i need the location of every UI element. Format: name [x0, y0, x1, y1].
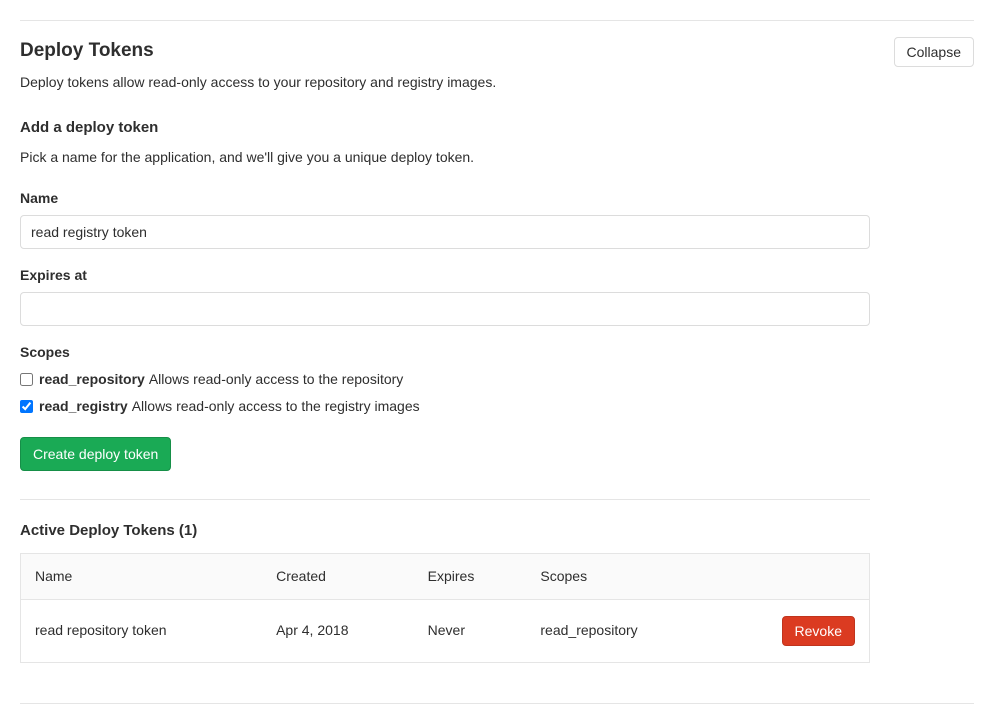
col-actions [716, 553, 870, 599]
table-row: read repository token Apr 4, 2018 Never … [21, 599, 870, 662]
col-expires: Expires [414, 553, 527, 599]
scope-desc: Allows read-only access to the repositor… [149, 369, 403, 390]
table-header-row: Name Created Expires Scopes [21, 553, 870, 599]
create-deploy-token-button[interactable]: Create deploy token [20, 437, 171, 471]
col-scopes: Scopes [526, 553, 715, 599]
expires-label: Expires at [20, 265, 974, 286]
bottom-divider [20, 703, 974, 704]
cell-expires: Never [414, 599, 527, 662]
name-label: Name [20, 188, 974, 209]
cell-created: Apr 4, 2018 [262, 599, 414, 662]
cell-scopes: read_repository [526, 599, 715, 662]
scope-row-read-registry: read_registry Allows read-only access to… [20, 396, 974, 417]
scope-name: read_repository [39, 369, 145, 390]
col-name: Name [21, 553, 263, 599]
scope-checkbox-read-registry[interactable] [20, 400, 33, 413]
page-title: Deploy Tokens [20, 37, 894, 66]
scope-checkbox-read-repository[interactable] [20, 373, 33, 386]
scope-name: read_registry [39, 396, 128, 417]
page-subtitle: Deploy tokens allow read-only access to … [20, 72, 894, 93]
name-input[interactable] [20, 215, 870, 249]
scope-desc: Allows read-only access to the registry … [132, 396, 420, 417]
active-tokens-table: Name Created Expires Scopes read reposit… [20, 553, 870, 663]
scopes-label: Scopes [20, 342, 974, 363]
add-token-description: Pick a name for the application, and we'… [20, 147, 974, 168]
active-tokens-heading: Active Deploy Tokens (1) [20, 520, 870, 543]
collapse-button[interactable]: Collapse [894, 37, 974, 67]
cell-name: read repository token [21, 599, 263, 662]
section-divider [20, 499, 870, 500]
col-created: Created [262, 553, 414, 599]
expires-input[interactable] [20, 292, 870, 326]
scope-row-read-repository: read_repository Allows read-only access … [20, 369, 974, 390]
revoke-button[interactable]: Revoke [782, 616, 855, 646]
add-token-heading: Add a deploy token [20, 117, 974, 140]
